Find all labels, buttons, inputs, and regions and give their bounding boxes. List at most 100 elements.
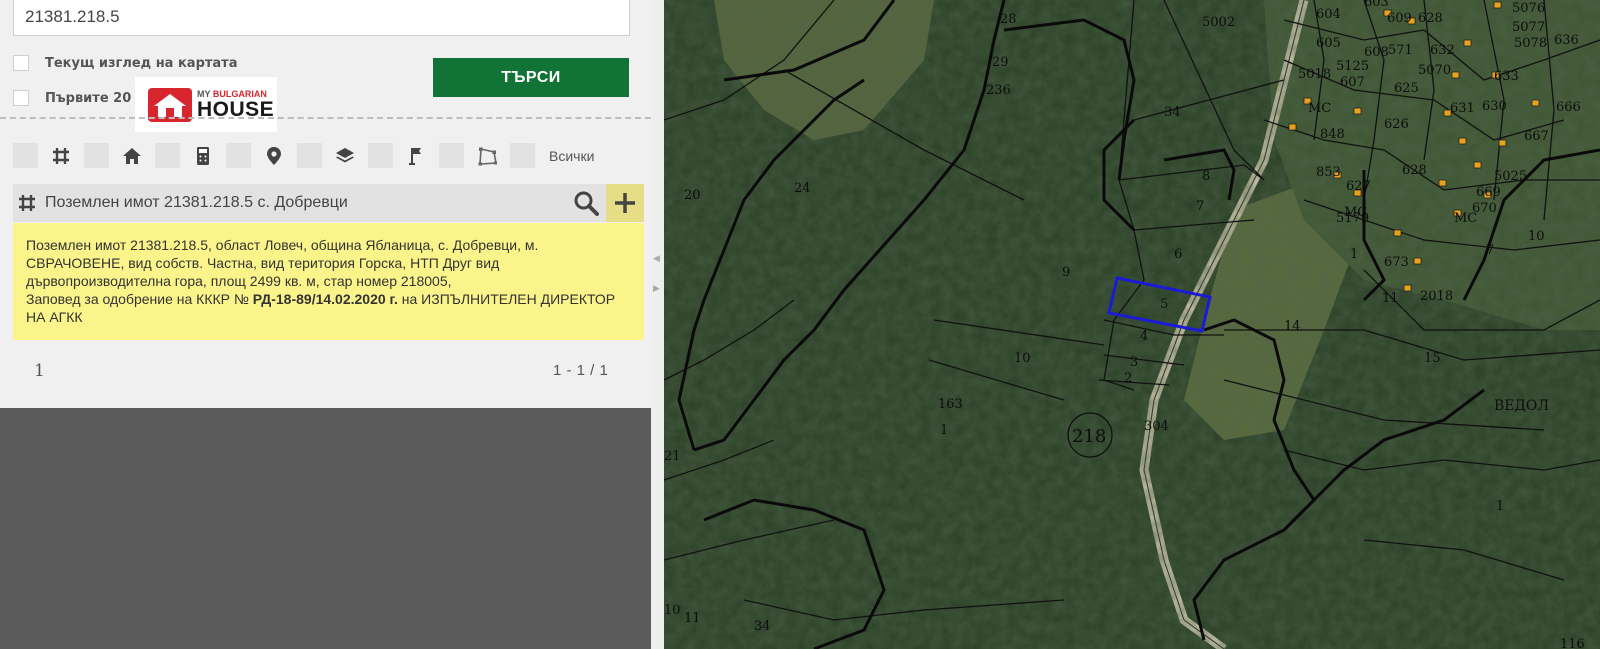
first-results-option[interactable]: Първите 20 <box>13 88 131 108</box>
logo-line1a: MY <box>197 88 213 99</box>
parcel-number-label: 9 <box>1062 265 1070 280</box>
parcel-number-label: 673 <box>1384 255 1409 270</box>
parcel-number-label: 7 <box>1486 243 1494 258</box>
search-icon <box>574 191 599 216</box>
layers-icon <box>334 145 356 167</box>
filter-checkbox-polygons[interactable] <box>439 143 464 168</box>
parcel-number-label: 5018 <box>1298 67 1331 82</box>
parcel-number-label: 633 <box>1494 69 1519 84</box>
info-text: Поземлен имот 21381.218.5, област Ловеч,… <box>26 237 539 289</box>
search-panel: 21381.218.5 Текущ изглед на картата Първ… <box>0 0 651 408</box>
add-result-button[interactable] <box>606 184 644 222</box>
parcel-number-label: 667 <box>1524 129 1549 144</box>
search-input[interactable]: 21381.218.5 <box>13 0 630 36</box>
parcel-number-label: 11 <box>1382 291 1399 306</box>
search-button[interactable]: ТЪРСИ <box>433 58 629 97</box>
calculator-icon <box>192 145 214 167</box>
parcel-number-label: 604 <box>1316 7 1341 22</box>
parcel-number-label: 5070 <box>1418 63 1451 78</box>
watermark-logo: MY BULGARIAN HOUSE <box>135 77 277 132</box>
first-results-checkbox[interactable] <box>13 90 29 106</box>
parcel-number-label: 10 <box>1528 229 1545 244</box>
parcel-number-label: 853 <box>1316 165 1341 180</box>
parcel-number-label: 632 <box>1430 43 1455 58</box>
parcel-number-label: 2 <box>1124 371 1132 386</box>
filter-checkbox-buildings[interactable] <box>84 143 109 168</box>
parcel-number-label: МС <box>1454 211 1477 226</box>
parcel-number-label: 5077 <box>1512 20 1545 35</box>
filter-checkbox-all[interactable] <box>510 143 535 168</box>
expand-arrow-icon[interactable]: ▶ <box>653 283 660 294</box>
parcel-number-label: 11 <box>684 611 701 626</box>
parcel-number-label: 669 <box>1476 185 1501 200</box>
left-pane: 21381.218.5 Текущ изглед на картата Първ… <box>0 0 651 649</box>
page-number-link[interactable]: 1 <box>34 361 45 381</box>
parcel-number-label: МС <box>1344 205 1367 220</box>
parcel-number-label: 4 <box>1140 329 1148 344</box>
parcel-number-label: 5025 <box>1494 169 1527 184</box>
parcel-number-label: 666 <box>1556 100 1581 115</box>
parcel-number-label: 630 <box>1482 99 1507 114</box>
map-view[interactable]: 5 218 ВЕДОЛ 28 29 236 34 5002 604 605 603 609 628… <box>664 0 1600 649</box>
result-header[interactable]: Поземлен имот 21381.218.5 с. Добревци <box>13 184 644 222</box>
filter-checkbox-layers[interactable] <box>297 143 322 168</box>
parcel-number-label: 14 <box>1284 319 1301 334</box>
cadastral-map[interactable]: 5 218 ВЕДОЛ 2829236345002604605603609 628… <box>664 0 1600 649</box>
result-title: Поземлен имот 21381.218.5 с. Добревци <box>45 194 348 211</box>
parcel-number-label: 848 <box>1320 127 1345 142</box>
parcel-number-label: 1 <box>940 423 948 438</box>
parcel-number-label: 236 <box>986 83 1011 98</box>
parcel-number-label: 34 <box>1164 105 1181 120</box>
parcel-number-label: 116 <box>1560 637 1585 649</box>
filter-checkbox-points[interactable] <box>368 143 393 168</box>
parcel-number-label: 625 <box>1394 81 1419 96</box>
results-range: 1 - 1 / 1 <box>553 362 609 379</box>
parcel-number-label: 609 <box>1387 11 1412 26</box>
current-view-checkbox[interactable] <box>13 55 29 71</box>
parcel-number-label: 10 <box>1014 351 1031 366</box>
parcel-number-label: 631 <box>1450 101 1475 116</box>
plus-icon <box>615 193 635 213</box>
parcel-number-label: 15 <box>1424 351 1441 366</box>
parcel-number-label: 304 <box>1144 419 1169 434</box>
parcel-number-label: 607 <box>1340 75 1365 90</box>
filter-checkbox-units[interactable] <box>155 143 180 168</box>
parcel-number-label: 21 <box>664 449 681 464</box>
grid-icon <box>19 195 35 211</box>
logo-line1b: BULGARIAN <box>212 88 267 99</box>
pin-icon <box>263 145 285 167</box>
parcel-number-label: 24 <box>794 181 811 196</box>
order-text: Заповед за одобрение на КККР № <box>26 291 249 307</box>
parcel-number-label: 1 <box>1350 247 1358 262</box>
parcel-number-label: 20 <box>684 188 701 203</box>
first-results-label: Първите 20 <box>45 90 132 106</box>
layer-filters: Всички <box>13 143 594 168</box>
parcel-number-label: 28 <box>1000 12 1017 27</box>
polygon-icon <box>476 145 498 167</box>
parcel-number-label: 628 <box>1402 163 1427 178</box>
filter-checkbox-parcels[interactable] <box>13 143 38 168</box>
parcel-number-label: 3 <box>1130 355 1138 370</box>
parcel-number-label: 7 <box>1196 199 1204 214</box>
home-icon <box>121 145 143 167</box>
parcel-number-label: 5125 <box>1336 59 1369 74</box>
parcel-number-label: 628 <box>1418 11 1443 26</box>
parcel-number-label: 608 <box>1364 45 1389 60</box>
selected-parcel-label: 5 <box>1160 297 1168 312</box>
panel-splitter[interactable]: ◀ ▶ <box>651 0 664 649</box>
current-view-label: Текущ изглед на картата <box>45 55 238 71</box>
parcel-number-label: 5078 <box>1514 36 1547 51</box>
filter-all-label: Всички <box>549 147 595 164</box>
parcel-number-label: 2018 <box>1420 289 1453 304</box>
parcel-number-label: 636 <box>1554 33 1579 48</box>
filter-checkbox-addresses[interactable] <box>226 143 251 168</box>
flag-icon <box>405 145 427 167</box>
collapse-arrow-icon[interactable]: ◀ <box>653 253 660 264</box>
zoom-to-result-button[interactable] <box>566 184 606 222</box>
block-label: 218 <box>1072 426 1106 447</box>
parcel-number-label: 571 <box>1388 43 1413 58</box>
parcel-number-label: 29 <box>992 55 1009 70</box>
parcel-number-label: 5076 <box>1512 1 1545 16</box>
current-view-option[interactable]: Текущ изглед на картата <box>13 53 238 73</box>
parcel-number-label: 10 <box>664 603 681 618</box>
